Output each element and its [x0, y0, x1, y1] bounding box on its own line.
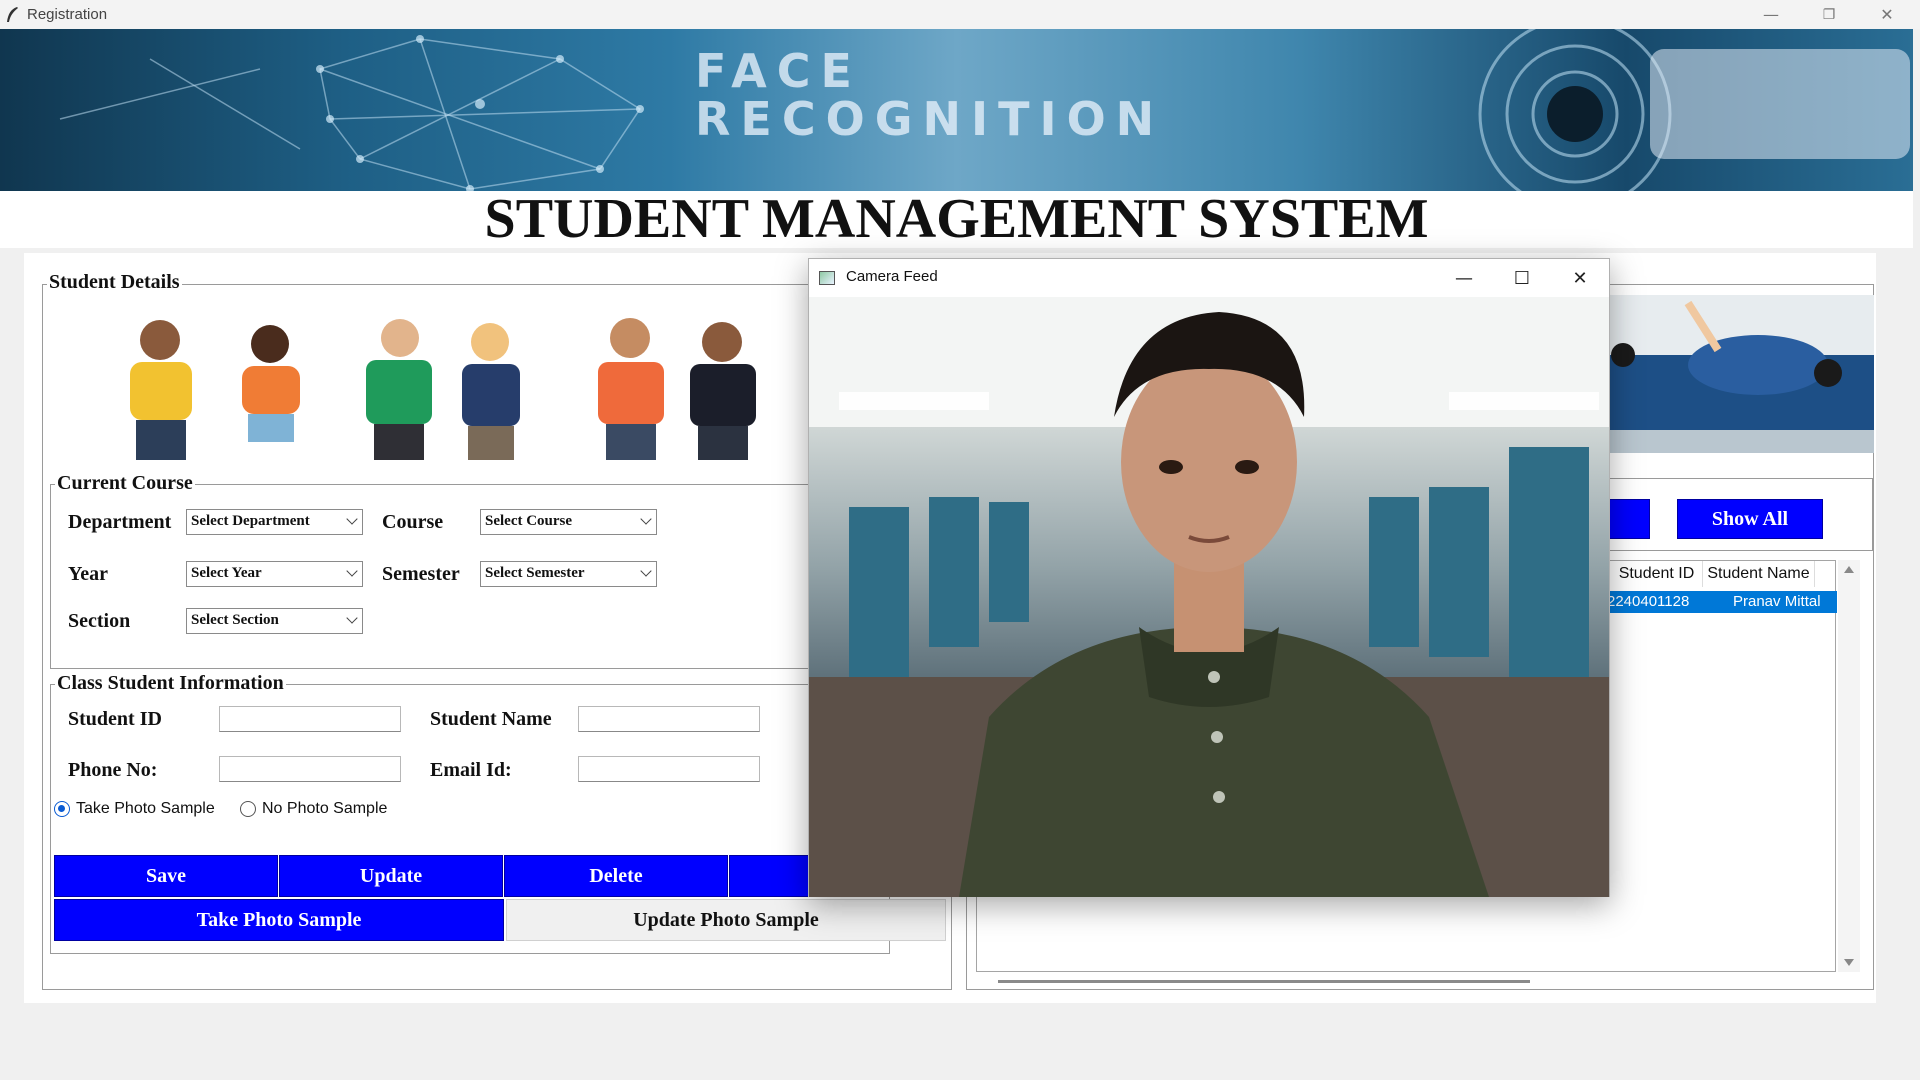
class-student-info-legend: Class Student Information [55, 672, 286, 695]
column-header-student-name[interactable]: Student Name [1703, 561, 1815, 587]
show-all-button[interactable]: Show All [1677, 499, 1823, 539]
restore-button[interactable]: ❐ [1800, 0, 1858, 29]
classroom-image [1608, 295, 1874, 453]
page-title: STUDENT MANAGEMENT SYSTEM [0, 191, 1913, 248]
chevron-down-icon [640, 565, 652, 577]
course-value: Select Course [485, 513, 573, 529]
camera-window-title: Camera Feed [846, 268, 938, 285]
student-id-label: Student ID [68, 708, 162, 730]
camera-titlebar[interactable]: Camera Feed — ☐ ✕ [809, 259, 1609, 297]
column-header-student-id[interactable]: Student ID [1611, 561, 1703, 587]
email-label: Email Id: [430, 759, 512, 781]
section-value: Select Section [191, 612, 279, 628]
camera-feed-window[interactable]: Camera Feed — ☐ ✕ [808, 258, 1610, 897]
webcam-scene [809, 297, 1609, 897]
chevron-down-icon [346, 612, 358, 624]
banner-caption: FACE RECOGNITION [695, 44, 1165, 146]
current-course-legend: Current Course [55, 472, 195, 495]
semester-combobox[interactable]: Select Semester [480, 561, 657, 587]
camera-minimize-button[interactable]: — [1435, 259, 1493, 297]
year-value: Select Year [191, 565, 262, 581]
camera-maximize-button[interactable]: ☐ [1493, 259, 1551, 297]
semester-label: Semester [382, 563, 460, 585]
chevron-down-icon [640, 513, 652, 525]
save-button[interactable]: Save [54, 855, 278, 897]
radio-selected-icon [54, 801, 70, 817]
section-label: Section [68, 610, 131, 632]
face-recognition-banner: FACE RECOGNITION [0, 29, 1913, 191]
camera-close-button[interactable]: ✕ [1551, 259, 1609, 297]
no-photo-sample-radio-label: No Photo Sample [262, 800, 388, 817]
window-titlebar: Registration — ❐ ✕ [0, 0, 1920, 29]
window-title: Registration [27, 6, 108, 23]
year-label: Year [68, 563, 108, 585]
update-button[interactable]: Update [279, 855, 503, 897]
student-id-input[interactable] [219, 706, 401, 732]
course-combobox[interactable]: Select Course [480, 509, 657, 535]
course-label: Course [382, 511, 444, 533]
phone-label: Phone No: [68, 759, 158, 781]
minimize-button[interactable]: — [1742, 0, 1800, 29]
vertical-scrollbar[interactable] [1838, 560, 1860, 972]
take-photo-sample-radio[interactable]: Take Photo Sample [54, 797, 215, 821]
scroll-down-arrow-icon[interactable] [1844, 959, 1854, 966]
chevron-down-icon [346, 565, 358, 577]
scroll-up-arrow-icon[interactable] [1844, 566, 1854, 573]
phone-input[interactable] [219, 756, 401, 782]
update-photo-sample-button[interactable]: Update Photo Sample [506, 899, 946, 941]
semester-value: Select Semester [485, 565, 585, 581]
cell-student-name: Pranav Mittal [1733, 593, 1821, 610]
take-photo-sample-radio-label: Take Photo Sample [76, 800, 215, 817]
student-name-input[interactable] [578, 706, 760, 732]
take-photo-sample-button[interactable]: Take Photo Sample [54, 899, 504, 941]
camera-feed-image [809, 297, 1609, 897]
no-photo-sample-radio[interactable]: No Photo Sample [240, 797, 387, 821]
student-name-label: Student Name [430, 708, 552, 730]
email-input[interactable] [578, 756, 760, 782]
students-illustration [130, 318, 756, 460]
camera-app-icon [819, 271, 835, 285]
close-button[interactable]: ✕ [1858, 0, 1916, 29]
cell-student-id: 2240401128 [1607, 593, 1690, 610]
horizontal-scrollbar[interactable] [998, 980, 1530, 983]
chevron-down-icon [346, 513, 358, 525]
radio-unselected-icon [240, 801, 256, 817]
current-course-frame [50, 484, 890, 669]
year-combobox[interactable]: Select Year [186, 561, 363, 587]
feather-icon [7, 7, 18, 22]
student-details-legend: Student Details [47, 271, 182, 294]
department-combobox[interactable]: Select Department [186, 509, 363, 535]
department-label: Department [68, 511, 172, 533]
section-combobox[interactable]: Select Section [186, 608, 363, 634]
delete-button[interactable]: Delete [504, 855, 728, 897]
department-value: Select Department [191, 513, 310, 529]
